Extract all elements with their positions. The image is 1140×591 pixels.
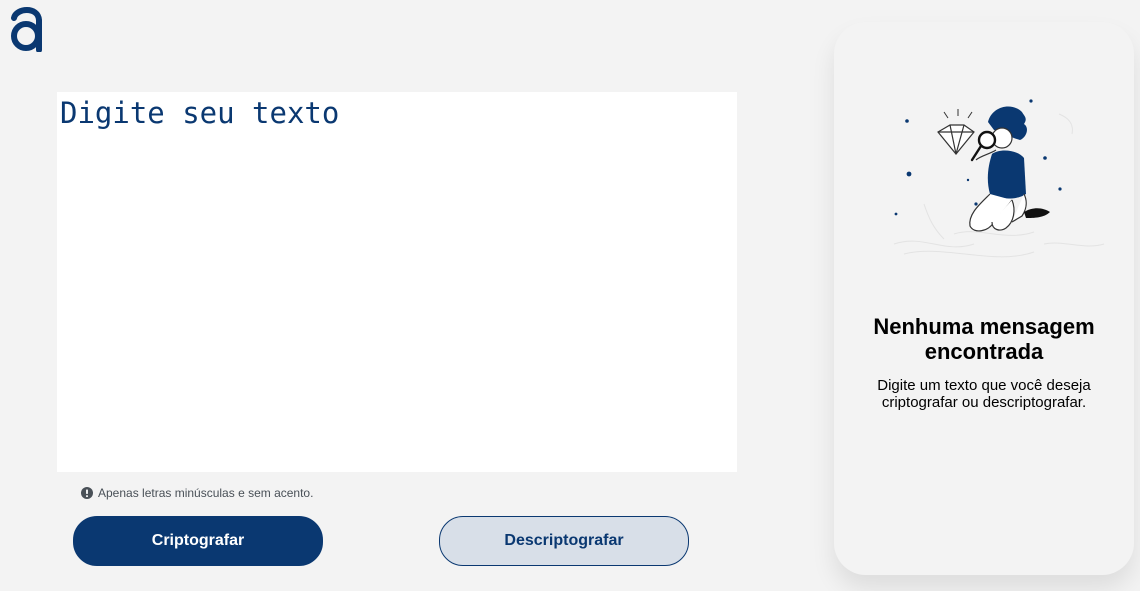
- input-hint: Apenas letras minúsculas e sem acento.: [81, 486, 313, 500]
- no-message-title: Nenhuma mensagem encontrada: [873, 314, 1095, 364]
- encrypt-button[interactable]: Criptografar: [73, 516, 323, 566]
- no-message-description: Digite um texto que você deseja criptogr…: [877, 377, 1091, 411]
- person-with-magnifying-glass-illustration: [893, 99, 1105, 258]
- hint-text: Apenas letras minúsculas e sem acento.: [98, 486, 314, 500]
- alura-logo-icon: [11, 7, 42, 52]
- decrypt-button[interactable]: Descriptografar: [439, 516, 689, 566]
- output-panel: Nenhuma mensagem encontrada Digite um te…: [834, 22, 1134, 575]
- message-input[interactable]: [57, 92, 737, 472]
- exclamation-circle-icon: [81, 487, 93, 499]
